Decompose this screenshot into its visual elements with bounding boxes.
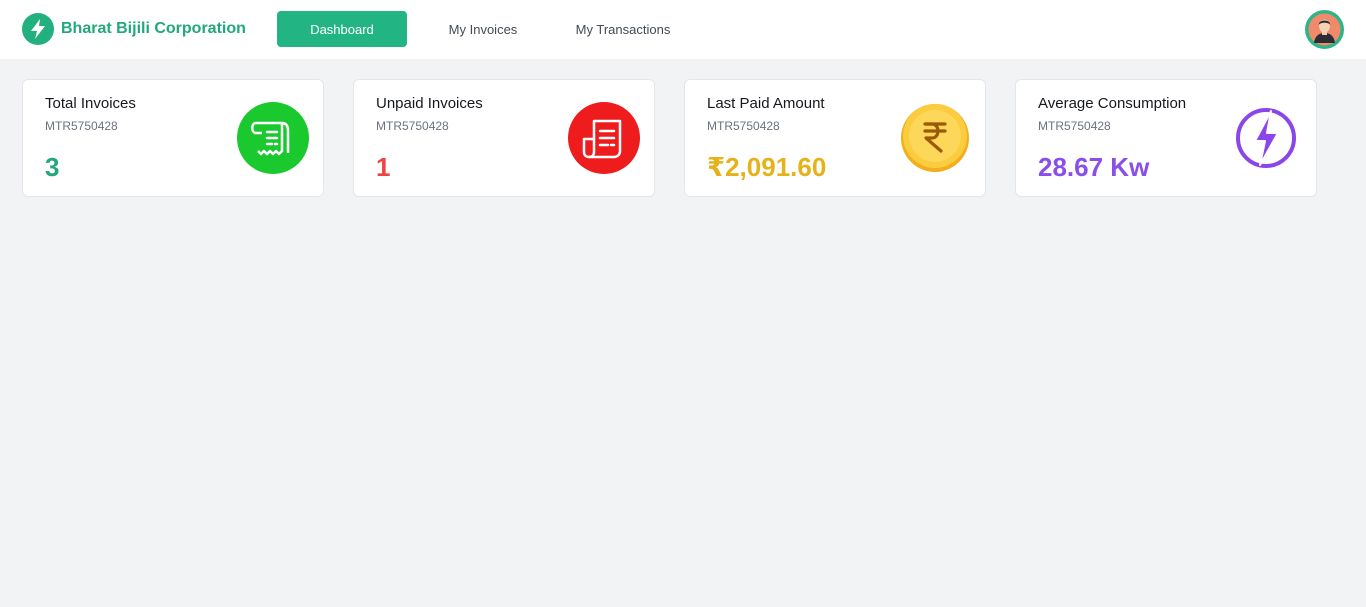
card-title: Last Paid Amount (707, 95, 825, 112)
meter-number: MTR5750428 (45, 119, 118, 133)
meter-number: MTR5750428 (707, 119, 780, 133)
lightning-icon (1229, 101, 1303, 175)
lightning-icon (22, 13, 54, 45)
card-title: Unpaid Invoices (376, 95, 483, 112)
rupee-coin-icon (898, 101, 972, 175)
receipt-icon (236, 101, 310, 175)
card-last-paid-amount: Last Paid Amount MTR5750428 ₹2,091.60 (684, 79, 986, 197)
card-average-consumption: Average Consumption MTR5750428 28.67 Kw (1015, 79, 1317, 197)
card-title: Total Invoices (45, 95, 136, 112)
meter-number: MTR5750428 (1038, 119, 1111, 133)
card-value: 3 (45, 152, 60, 182)
document-icon (567, 101, 641, 175)
card-value: 28.67 Kw (1038, 152, 1150, 182)
card-total-invoices: Total Invoices MTR5750428 3 (22, 79, 324, 197)
card-value: ₹2,091.60 (707, 152, 827, 182)
nav-my-invoices[interactable]: My Invoices (430, 11, 536, 47)
card-unpaid-invoices: Unpaid Invoices MTR5750428 1 (353, 79, 655, 197)
nav-my-transactions[interactable]: My Transactions (562, 11, 684, 47)
meter-number: MTR5750428 (376, 119, 449, 133)
brand[interactable]: Bharat Bijili Corporation (22, 13, 246, 45)
brand-name: Bharat Bijili Corporation (61, 20, 246, 37)
user-avatar-icon[interactable] (1305, 10, 1344, 49)
nav-dashboard[interactable]: Dashboard (277, 11, 407, 47)
top-navbar: Bharat Bijili Corporation Dashboard My I… (0, 0, 1366, 59)
card-title: Average Consumption (1038, 95, 1187, 112)
card-value: 1 (376, 152, 391, 182)
